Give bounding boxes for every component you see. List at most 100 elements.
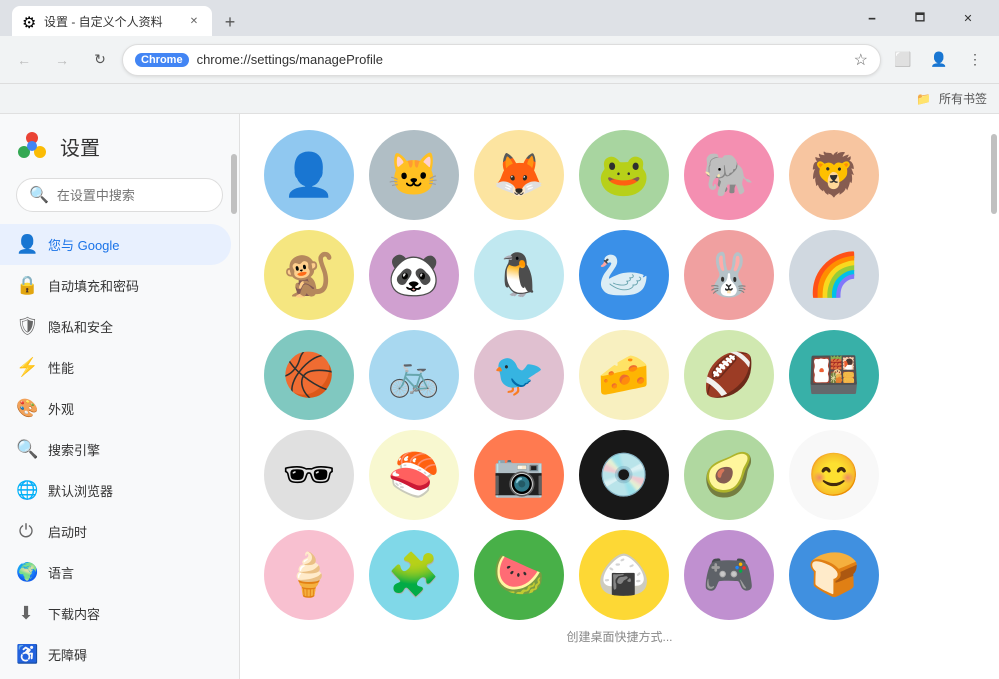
extensions-button[interactable]: ⬜ xyxy=(887,44,919,76)
nav-label-2: 隐私和安全 xyxy=(48,317,113,336)
toolbar: ← → ↻ Chrome chrome://settings/managePro… xyxy=(0,36,999,84)
avatar-circle-24[interactable]: 🍦 xyxy=(264,530,354,620)
avatar-circle-4[interactable]: 🐘 xyxy=(684,130,774,220)
sidebar-item-3[interactable]: ⚡ 性能 xyxy=(0,347,231,388)
sidebar: 设置 🔍 👤 您与 Google 🔒 自动填充和密码 🛡 隐私和安全 ⚡ 性能 🎨 外观 🔍 搜索引擎… xyxy=(0,114,240,679)
menu-button[interactable]: ⋮ xyxy=(959,44,991,76)
sidebar-scrollbar[interactable] xyxy=(231,114,237,679)
settings-header: 设置 xyxy=(0,114,239,170)
avatar-circle-3[interactable]: 🐸 xyxy=(579,130,669,220)
avatar-circle-10[interactable]: 🐰 xyxy=(684,230,774,320)
avatar-circle-14[interactable]: 🐦 xyxy=(474,330,564,420)
sidebar-item-5[interactable]: 🔍 搜索引擎 xyxy=(0,429,231,470)
reload-button[interactable]: ↻ xyxy=(84,44,116,76)
avatar-circle-17[interactable]: 🍱 xyxy=(789,330,879,420)
settings-search-box[interactable]: 🔍 xyxy=(16,178,223,212)
sidebar-item-6[interactable]: 🌐 默认浏览器 xyxy=(0,470,231,511)
nav-label-4: 外观 xyxy=(48,399,74,418)
avatar-circle-26[interactable]: 🍉 xyxy=(474,530,564,620)
nav-icon-5: 🔍 xyxy=(16,439,36,460)
folder-icon: 📁 xyxy=(916,92,931,106)
avatar-circle-12[interactable]: 🏀 xyxy=(264,330,354,420)
nav-icon-2: 🛡 xyxy=(16,316,36,337)
nav-icon-7: ⏻ xyxy=(16,521,36,542)
profile-button[interactable]: 👤 xyxy=(923,44,955,76)
titlebar: ⚙ 设置 - 自定义个人资料 ✕ + 🗕 🗖 ✕ xyxy=(0,0,999,36)
nav-icon-6: 🌐 xyxy=(16,480,36,501)
nav-icon-0: 👤 xyxy=(16,234,36,255)
sidebar-item-8[interactable]: 🌍语言 xyxy=(0,552,231,593)
sidebar-item-10[interactable]: ♿ 无障碍 xyxy=(0,634,231,675)
close-button[interactable]: ✕ xyxy=(945,0,991,36)
avatar-circle-22[interactable]: 🥑 xyxy=(684,430,774,520)
active-tab[interactable]: ⚙ 设置 - 自定义个人资料 ✕ xyxy=(12,6,212,36)
toolbar-right: ⬜ 👤 ⋮ xyxy=(887,44,991,76)
maximize-button[interactable]: 🗖 xyxy=(897,0,943,36)
avatar-circle-11[interactable]: 🌈 xyxy=(789,230,879,320)
avatar-circle-6[interactable]: 🐒 xyxy=(264,230,354,320)
sidebar-item-0[interactable]: 👤 您与 Google xyxy=(0,224,231,265)
nav-label-7: 启动时 xyxy=(48,522,87,541)
sidebar-item-4[interactable]: 🎨 外观 xyxy=(0,388,231,429)
nav-icon-8: 🌍 xyxy=(16,562,36,583)
avatar-circle-20[interactable]: 📷 xyxy=(474,430,564,520)
address-text: chrome://settings/manageProfile xyxy=(197,52,846,67)
content-scrollbar[interactable] xyxy=(991,114,997,679)
nav-icon-9: ⬇ xyxy=(16,603,36,624)
avatar-circle-1[interactable]: 🐱 xyxy=(369,130,459,220)
avatar-circle-8[interactable]: 🐧 xyxy=(474,230,564,320)
back-button[interactable]: ← xyxy=(8,44,40,76)
content-scroll-thumb xyxy=(991,134,997,214)
tab-close-button[interactable]: ✕ xyxy=(186,13,202,29)
sidebar-item-2[interactable]: 🛡 隐私和安全 xyxy=(0,306,231,347)
avatar-circle-25[interactable]: 🧩 xyxy=(369,530,459,620)
sidebar-item-7[interactable]: ⏻ 启动时 xyxy=(0,511,231,552)
main-content: 设置 🔍 👤 您与 Google 🔒 自动填充和密码 🛡 隐私和安全 ⚡ 性能 🎨 外观 🔍 搜索引擎… xyxy=(0,114,999,679)
sidebar-item-11[interactable]: 🔧系统 xyxy=(0,675,231,679)
bookmark-icon[interactable]: ☆ xyxy=(854,50,868,70)
avatar-circle-19[interactable]: 🍣 xyxy=(369,430,459,520)
avatar-circle-27[interactable]: 🍙 xyxy=(579,530,669,620)
nav-icon-3: ⚡ xyxy=(16,357,36,378)
nav-icon-1: 🔒 xyxy=(16,275,36,296)
avatar-circle-2[interactable]: 🦊 xyxy=(474,130,564,220)
forward-button[interactable]: → xyxy=(46,44,78,76)
avatar-circle-29[interactable]: 🍞 xyxy=(789,530,879,620)
avatar-circle-15[interactable]: 🧀 xyxy=(579,330,669,420)
address-bar[interactable]: Chrome chrome://settings/manageProfile ☆ xyxy=(122,44,881,76)
nav-label-5: 搜索引擎 xyxy=(48,440,100,459)
all-bookmarks-label[interactable]: 所有书签 xyxy=(939,90,987,107)
settings-logo-icon xyxy=(16,130,48,162)
nav-label-6: 默认浏览器 xyxy=(48,481,113,500)
avatar-grid-container: 👤🐱🦊🐸🐘🦁🐒🐼🐧🦢🐰🌈🏀🚲🐦🧀🏈🍱🕶🍣📷💿🥑😊🍦🧩🍉🍙🎮🍞 创建桌面快捷方式.… xyxy=(240,114,999,669)
settings-search-input[interactable] xyxy=(57,188,233,203)
avatar-circle-13[interactable]: 🚲 xyxy=(369,330,459,420)
sidebar-item-1[interactable]: 🔒 自动填充和密码 xyxy=(0,265,231,306)
nav-label-3: 性能 xyxy=(48,358,74,377)
avatar-circle-28[interactable]: 🎮 xyxy=(684,530,774,620)
nav-label-1: 自动填充和密码 xyxy=(48,276,139,295)
minimize-button[interactable]: 🗕 xyxy=(849,0,895,36)
tab-title: 设置 - 自定义个人资料 xyxy=(44,13,180,30)
nav-label-10: 无障碍 xyxy=(48,645,87,664)
window-controls: 🗕 🗖 ✕ xyxy=(849,0,991,36)
sidebar-nav: 👤 您与 Google 🔒 自动填充和密码 🛡 隐私和安全 ⚡ 性能 🎨 外观 🔍 搜索引擎 🌐 默认浏览… xyxy=(0,220,239,679)
avatar-grid: 👤🐱🦊🐸🐘🦁 🐒🐼🐧🦢🐰🌈 🏀🚲🐦🧀🏈🍱 🕶🍣📷💿🥑😊 🍦🧩🍉🍙🎮🍞 xyxy=(264,130,975,620)
sidebar-item-9[interactable]: ⬇下载内容 xyxy=(0,593,231,634)
avatar-circle-5[interactable]: 🦁 xyxy=(789,130,879,220)
content-area: 👤🐱🦊🐸🐘🦁🐒🐼🐧🦢🐰🌈🏀🚲🐦🧀🏈🍱🕶🍣📷💿🥑😊🍦🧩🍉🍙🎮🍞 创建桌面快捷方式.… xyxy=(240,114,999,679)
nav-icon-10: ♿ xyxy=(16,644,36,665)
tab-favicon-icon: ⚙ xyxy=(22,13,38,29)
avatar-circle-0[interactable]: 👤 xyxy=(264,130,354,220)
nav-label-0: 您与 Google xyxy=(48,235,120,254)
avatar-circle-18[interactable]: 🕶 xyxy=(264,430,354,520)
chrome-badge: Chrome xyxy=(135,53,189,67)
avatar-circle-16[interactable]: 🏈 xyxy=(684,330,774,420)
avatar-circle-7[interactable]: 🐼 xyxy=(369,230,459,320)
nav-icon-4: 🎨 xyxy=(16,398,36,419)
avatar-circle-9[interactable]: 🦢 xyxy=(579,230,669,320)
avatar-circle-23[interactable]: 😊 xyxy=(789,430,879,520)
new-tab-button[interactable]: + xyxy=(216,8,244,36)
avatar-circle-21[interactable]: 💿 xyxy=(579,430,669,520)
bookmarks-bar: 📁 所有书签 xyxy=(0,84,999,114)
